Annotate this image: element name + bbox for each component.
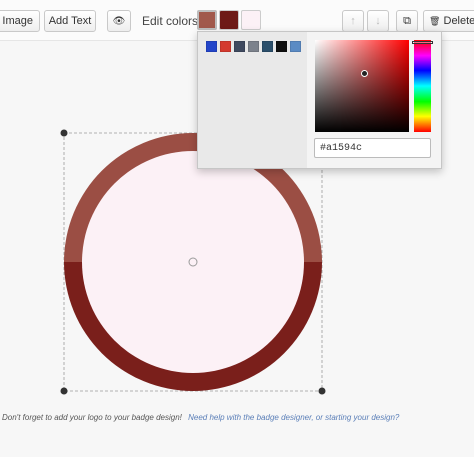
copy-icon: ⧉	[403, 15, 411, 27]
palette-swatch-6[interactable]	[276, 41, 287, 52]
arrow-up-icon: ↑	[350, 15, 356, 27]
eye-icon: 👁	[112, 16, 126, 27]
color-swatch-2[interactable]	[219, 10, 239, 30]
add-text-button[interactable]: Add Text	[44, 10, 96, 32]
resize-handle-bottom-right	[318, 387, 326, 395]
color-picker-popup	[197, 31, 442, 169]
footer: Don't forget to add your logo to your ba…	[2, 413, 399, 422]
resize-handle-bottom-left	[60, 387, 68, 395]
saturation-value-area[interactable]	[315, 40, 409, 132]
move-up-button[interactable]: ↑	[342, 10, 364, 32]
palette-swatch-3[interactable]	[234, 41, 245, 52]
delete-button[interactable]: 🗑 Delete	[423, 10, 474, 32]
add-text-label: Add Text	[48, 15, 92, 27]
hue-slider[interactable]	[412, 40, 433, 132]
resize-handle-top-left	[60, 129, 68, 137]
color-swatch-1[interactable]	[197, 10, 217, 30]
palette-swatch-1[interactable]	[206, 41, 217, 52]
picker-panel	[307, 32, 441, 168]
badge-inner-circle	[82, 151, 304, 373]
help-link[interactable]: Need help with the badge designer, or st…	[188, 413, 399, 422]
arrow-down-icon: ↓	[375, 15, 381, 27]
add-image-label: d Image	[0, 15, 33, 27]
add-image-button[interactable]: d Image	[0, 10, 40, 32]
palette-panel	[198, 32, 307, 168]
palette-swatch-4[interactable]	[248, 41, 259, 52]
color-swatch-3[interactable]	[241, 10, 261, 30]
sv-cursor[interactable]	[361, 70, 368, 77]
palette-swatch-2[interactable]	[220, 41, 231, 52]
duplicate-button[interactable]: ⧉	[396, 10, 418, 32]
palette-swatch-5[interactable]	[262, 41, 273, 52]
delete-label: Delete	[443, 15, 474, 27]
trash-icon: 🗑	[429, 16, 441, 26]
hex-input[interactable]	[314, 138, 431, 158]
footer-tip: Don't forget to add your logo to your ba…	[2, 413, 182, 422]
hue-cursor[interactable]	[412, 41, 433, 44]
preview-button[interactable]: 👁	[107, 10, 131, 32]
palette-swatch-7[interactable]	[290, 41, 301, 52]
edit-colors-label: Edit colors:	[142, 14, 202, 28]
move-down-button[interactable]: ↓	[367, 10, 389, 32]
